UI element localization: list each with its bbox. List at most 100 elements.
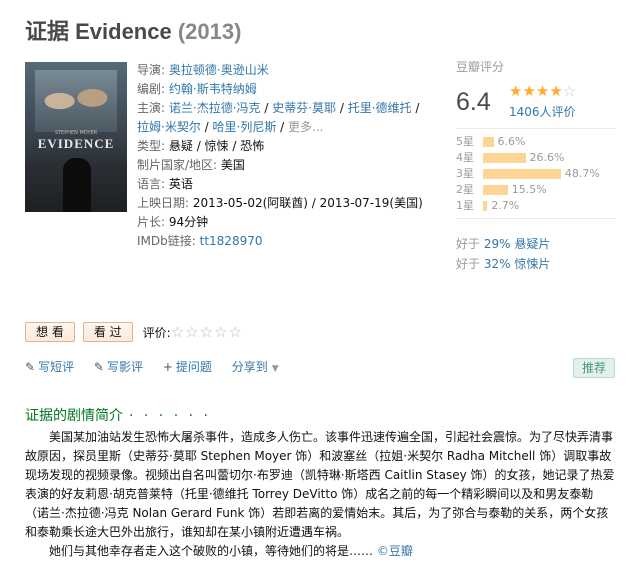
better-prefix: 好于 — [456, 257, 481, 271]
rating-bar — [483, 169, 561, 179]
rating-row: 5星 6.6% — [456, 134, 616, 150]
ask-question-button[interactable]: + 提问题 — [163, 358, 212, 375]
director-link[interactable]: 奥拉顿德·奥逊山米 — [169, 63, 269, 77]
language-label: 语言: — [137, 177, 166, 191]
rating-row-percent: 2.7% — [491, 199, 520, 212]
rating-stars-icon: ★★★★☆ — [509, 82, 576, 100]
write-review-label: 写影评 — [106, 360, 143, 374]
better-than-row: 好于 32% 惊悚片 — [456, 254, 550, 274]
short-review-button[interactable]: ✎ 写短评 — [25, 358, 74, 375]
cast-more-link[interactable]: 更多... — [288, 120, 323, 134]
rating-title: 豆瓣评分 — [456, 60, 505, 74]
genre-value: 悬疑 / 惊悚 / 恐怖 — [168, 139, 265, 153]
genre-label: 类型: — [137, 139, 166, 153]
better-prefix: 好于 — [456, 237, 481, 251]
rating-row: 3星 48.7% — [456, 166, 616, 182]
rating-distribution: 5星 6.6% 4星 26.6% 3星 48.7% 2星 15.5% 1星 2.7% — [456, 134, 616, 214]
rating-score: 6.4 — [456, 88, 491, 116]
summary-dots: · · · · · · — [129, 408, 211, 424]
watched-button[interactable]: 看 过 — [82, 322, 133, 342]
country-value: 美国 — [220, 158, 245, 172]
cast-separator: / — [336, 101, 348, 115]
plus-icon: + — [162, 360, 173, 374]
votes-link[interactable]: 1406人评价 — [509, 103, 576, 120]
recommend-button[interactable]: 推荐 — [572, 358, 615, 378]
movie-name: 证据 Evidence — [25, 19, 172, 44]
rating-row-label: 2星 — [456, 183, 474, 196]
toolbar: ✎ 写短评 ✎ 写影评 + 提问题 分享到 ▼ 推荐 — [25, 358, 615, 380]
cast-separator: / — [276, 120, 288, 134]
cast-link[interactable]: 哈里·列尼斯 — [213, 120, 277, 134]
poster-photo — [35, 70, 117, 132]
divider — [456, 128, 616, 129]
pen-icon: ✎ — [93, 360, 104, 374]
star-filled-icon: ★★★★ — [509, 82, 563, 100]
cast-separator: / — [200, 120, 213, 134]
language-row: 语言: 英语 — [137, 175, 433, 194]
rating-row-percent: 6.6% — [497, 135, 526, 148]
cast-separator: / — [411, 101, 420, 115]
cast-link[interactable]: 托里·德维托 — [348, 101, 412, 115]
country-row: 制片国家/地区: 美国 — [137, 156, 433, 175]
rating-bar — [483, 185, 508, 195]
writer-label: 编剧: — [137, 82, 166, 96]
writer-row: 编剧: 约翰·斯韦特纳姆 — [137, 80, 433, 99]
action-bar: 想 看看 过评价:☆☆☆☆☆ — [25, 322, 243, 342]
cast-label: 主演: — [137, 101, 166, 115]
movie-info: 导演: 奥拉顿德·奥逊山米 编剧: 约翰·斯韦特纳姆 主演: 诺兰·杰拉德·冯克… — [137, 61, 433, 251]
runtime-label: 片长: — [137, 215, 166, 229]
better-link[interactable]: 32% — [484, 257, 511, 271]
better-than-row: 好于 29% 悬疑片 — [456, 234, 550, 254]
divider — [456, 218, 616, 219]
summary-paragraph: 美国某加油站发生恐怖大屠杀事件，造成多人伤亡。该事件迅速传遍全国，引起社会震惊。… — [25, 430, 615, 539]
summary-text: 她们与其他幸存者走入这个破败的小镇，等待她们的将是…… — [49, 544, 374, 558]
better-category-link[interactable]: 惊悚片 — [514, 257, 550, 271]
imdb-link[interactable]: tt1828970 — [200, 234, 263, 248]
cast-link[interactable]: 拉姆·米契尔 — [137, 120, 201, 134]
genre-row: 类型: 悬疑 / 惊悚 / 恐怖 — [137, 137, 433, 156]
movie-poster[interactable]: STEPHEN MOYER EVIDENCE — [25, 62, 127, 212]
cast-link[interactable]: 史蒂芬·莫耶 — [272, 101, 336, 115]
star-empty-icon: ☆ — [562, 82, 577, 100]
write-review-button[interactable]: ✎ 写影评 — [94, 358, 143, 375]
imdb-row: IMDb链接: tt1828970 — [137, 232, 433, 251]
rating-row-percent: 15.5% — [511, 183, 547, 196]
share-button[interactable]: 分享到 ▼ — [232, 358, 279, 375]
release-row: 上映日期: 2013-05-02(阿联酋) / 2013-07-19(美国) — [137, 194, 433, 213]
rating-row-label: 4星 — [456, 151, 474, 164]
cast-row: 主演: 诺兰·杰拉德·冯克 / 史蒂芬·莫耶 / 托里·德维托 / 拉姆·米契尔… — [137, 99, 433, 137]
better-than: 好于 29% 悬疑片 好于 32% 惊悚片 — [456, 234, 550, 274]
rating-row-label: 5星 — [456, 135, 474, 148]
better-link[interactable]: 29% — [484, 237, 511, 251]
writer-link[interactable]: 约翰·斯韦特纳姆 — [169, 82, 257, 96]
short-review-label: 写短评 — [38, 360, 75, 374]
rating-row: 2星 15.5% — [456, 182, 616, 198]
director-row: 导演: 奥拉顿德·奥逊山米 — [137, 61, 433, 80]
rating-row-percent: 26.6% — [529, 151, 565, 164]
runtime-row: 片长: 94分钟 — [137, 213, 433, 232]
rate-stars-icon[interactable]: ☆☆☆☆☆ — [171, 323, 243, 341]
language-value: 英语 — [168, 177, 193, 191]
rating-bar — [483, 153, 526, 163]
cast-link[interactable]: 诺兰·杰拉德·冯克 — [169, 101, 261, 115]
summary-paragraph: 她们与其他幸存者走入这个破败的小镇，等待她们的将是…… ©豆瓣 — [25, 542, 615, 561]
better-category-link[interactable]: 悬疑片 — [514, 237, 550, 251]
copyright-link[interactable]: ©豆瓣 — [377, 544, 413, 558]
chevron-down-icon: ▼ — [271, 364, 279, 374]
director-label: 导演: — [137, 63, 166, 77]
rating-row-percent: 48.7% — [564, 167, 600, 180]
runtime-value: 94分钟 — [168, 215, 209, 229]
want-to-watch-button[interactable]: 想 看 — [25, 322, 75, 342]
poster-title: EVIDENCE — [37, 136, 115, 151]
ask-question-label: 提问题 — [175, 360, 212, 374]
poster-figure — [63, 158, 91, 212]
cast-separator: / — [260, 101, 273, 115]
rating-bar — [483, 137, 494, 147]
summary-heading: 证据的剧情简介 · · · · · · — [25, 405, 211, 425]
rating-row-label: 1星 — [456, 199, 474, 212]
rating-row: 1星 2.7% — [456, 198, 616, 214]
imdb-label: IMDb链接: — [137, 234, 196, 248]
page-title: 证据 Evidence (2013) — [25, 14, 241, 46]
rating-bar — [483, 201, 488, 211]
share-label: 分享到 — [231, 360, 268, 374]
